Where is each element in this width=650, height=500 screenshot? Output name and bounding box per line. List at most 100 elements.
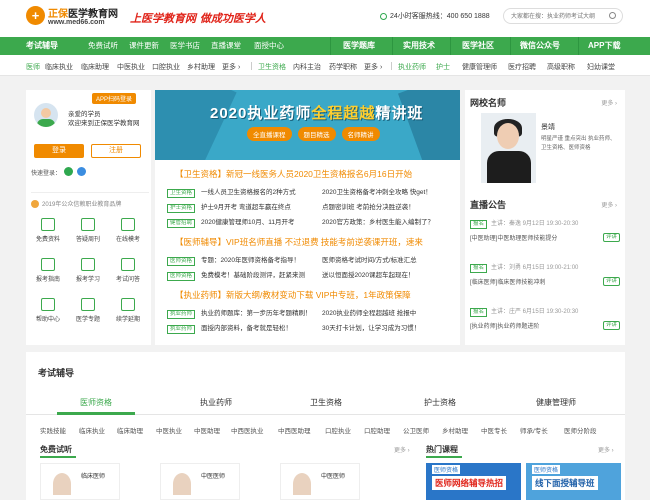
subnav-item[interactable]: 护士 — [436, 62, 450, 72]
guide-link[interactable]: 中医专长 — [481, 425, 507, 435]
subnav-more[interactable]: 更多 › — [222, 62, 240, 72]
calendar-icon — [121, 298, 135, 311]
subnav-item[interactable]: 内科主治 — [293, 62, 321, 72]
subnav-item[interactable]: 中医执业 — [117, 62, 145, 72]
tile-qa-weekly[interactable]: 答疑周刊 — [68, 218, 108, 248]
live-status[interactable]: 评讲 — [602, 277, 620, 286]
live-more-link[interactable]: 更多 › — [601, 200, 617, 209]
live-item-title[interactable]: [执业药师]执业药师题进阶 评讲 — [470, 321, 620, 330]
guide-link[interactable]: 公卫医师 — [403, 425, 429, 435]
guide-link[interactable]: 中西医执业 — [231, 425, 264, 435]
subnav-item[interactable]: 临床助理 — [81, 62, 109, 72]
subnav-item[interactable]: 乡村助理 — [187, 62, 215, 72]
tab-health-qual[interactable]: 卫生资格 — [287, 390, 365, 415]
logo-icon[interactable]: + — [26, 6, 45, 25]
tile-help[interactable]: 帮助中心 — [28, 298, 68, 328]
app-login-tip[interactable]: APP扫码登录 — [92, 93, 137, 104]
news-row: 健管招聘 2020健康管理师10月、11月开考 2020官方政策：乡村医生能入编制了… — [167, 216, 434, 228]
subnav-item[interactable]: 高级职称 — [547, 62, 575, 72]
search-input[interactable] — [511, 12, 606, 21]
live-item-title[interactable]: [临床医师]临床医师技能冲刺 评讲 — [470, 277, 620, 286]
subnav-item[interactable]: 药学职称 — [329, 62, 357, 72]
subnav-item[interactable]: 医师 — [26, 62, 40, 72]
hot-course-card[interactable]: 医师资格 医师网络辅导热招 — [426, 463, 521, 500]
tile-exam-qa[interactable]: 考试问答 — [108, 258, 148, 288]
teacher-more-link[interactable]: 更多 › — [601, 98, 617, 107]
tile-topics[interactable]: 医学专题 — [68, 298, 108, 328]
exam-guide: 考试辅导 医师资格 执业药师 卫生资格 护士资格 健康管理师 实践技能 临床执业… — [26, 352, 625, 500]
teacher-name[interactable]: 景靖 — [541, 122, 555, 132]
subnav-item[interactable]: 口腔执业 — [152, 62, 180, 72]
tile-extend[interactable]: 续学延期 — [108, 298, 148, 328]
search-icon[interactable] — [609, 12, 616, 19]
guide-link[interactable]: 临床执业 — [79, 425, 105, 435]
tab-nurse[interactable]: 护士资格 — [401, 390, 479, 415]
hot-course-card[interactable]: 医师资格 线下面授辅导班 — [526, 463, 621, 500]
nav-item-live[interactable]: 直播课堂 — [211, 37, 241, 55]
guide-link[interactable]: 中医助理 — [194, 425, 220, 435]
guide-link[interactable]: 中医执业 — [156, 425, 182, 435]
live-item-title[interactable]: [中医助理]中医助理医师技能提分 评讲 — [470, 233, 620, 242]
trial-card[interactable]: 中医医师 — [160, 463, 240, 500]
tile-free-materials[interactable]: 免费资料 — [28, 218, 68, 248]
free-trial-underline — [40, 456, 76, 458]
news-headline[interactable]: 【卫生资格】新冠一线医务人员2020卫生资格报名6月16日开始 — [175, 168, 412, 180]
teacher-desc: 明星严谨 重点突出 执业药师、卫生资格、医师资格 — [541, 136, 616, 151]
live-item[interactable]: 报名 主讲：庄严 6月15日 19:30-20:30 — [470, 306, 620, 317]
tab-health-mgr[interactable]: 健康管理师 — [517, 390, 595, 415]
nav-divider — [392, 37, 393, 55]
free-trial-more[interactable]: 更多 › — [394, 445, 410, 454]
nav-item-bookstore[interactable]: 医学书店 — [170, 37, 200, 55]
nav-item-app[interactable]: APP下载 — [588, 37, 620, 55]
nav-divider — [510, 37, 511, 55]
guide-link[interactable]: 临床助理 — [117, 425, 143, 435]
nav-item-trial[interactable]: 免费试听 — [88, 37, 118, 55]
nav-item-wechat[interactable]: 微信公众号 — [520, 37, 560, 55]
subnav-item[interactable]: 健康管理师 — [462, 62, 497, 72]
guide-link[interactable]: 乡村助理 — [442, 425, 468, 435]
guide-link[interactable]: 师承/专长 — [520, 425, 548, 435]
live-status[interactable]: 评讲 — [602, 321, 620, 330]
right-panel: 网校名师 更多 › 景靖 明星严谨 重点突出 执业药师、卫生资格、医师资格 直播… — [465, 90, 625, 345]
tile-guide[interactable]: 报考指南 — [28, 258, 68, 288]
trial-card[interactable]: 中医医师 — [280, 463, 360, 500]
nav-item-offline[interactable]: 面授中心 — [254, 37, 284, 55]
subnav-item[interactable]: 临床执业 — [45, 62, 73, 72]
tile-study[interactable]: 报考学习 — [68, 258, 108, 288]
guide-link[interactable]: 口腔助理 — [364, 425, 390, 435]
teacher-photo[interactable] — [481, 113, 536, 183]
live-item[interactable]: 报名 主讲：秦逸 9月12日 19:30-20:30 — [470, 218, 620, 229]
register-button[interactable]: 注册 — [91, 144, 141, 158]
subnav-item[interactable]: 执业药师 — [398, 62, 426, 72]
guide-link[interactable]: 中西医助理 — [278, 425, 311, 435]
guide-link[interactable]: 实践技能 — [40, 425, 66, 435]
subnav-item[interactable]: 卫生资格 — [258, 62, 286, 72]
nav-item-tech[interactable]: 实用技术 — [403, 37, 435, 55]
search-box[interactable] — [503, 8, 623, 24]
subnav-item[interactable]: 医疗招聘 — [508, 62, 536, 72]
logo-title[interactable]: 正保医学教育网 — [48, 5, 118, 20]
tab-pharmacist[interactable]: 执业药师 — [177, 390, 255, 415]
login-button[interactable]: 登录 — [34, 144, 84, 158]
subnav-item[interactable]: 妇幼课堂 — [587, 62, 615, 72]
tile-mock-exam[interactable]: 在线模考 — [108, 218, 148, 248]
qq-icon[interactable] — [77, 167, 86, 176]
news-headline[interactable]: 【医师辅导】VIP班名师直播 不过退费 技能考前逆袭课开班，速来 — [175, 236, 423, 248]
nav-item-questions[interactable]: 医学题库 — [343, 37, 375, 55]
subnav-more[interactable]: 更多 › — [364, 62, 382, 72]
live-status[interactable]: 评讲 — [602, 233, 620, 242]
trial-card[interactable]: 临床医师 — [40, 463, 120, 500]
news-row: 执业药师 执业药师题库：第一步历年考题精刷！ 2020执业药师全程超越班 抢报中 — [167, 307, 416, 319]
nav-item-community[interactable]: 医学社区 — [462, 37, 494, 55]
logo-domain: www.med66.com — [48, 19, 105, 26]
teacher-avatar — [53, 473, 71, 495]
promo-banner[interactable]: 2020执业药师全程超越精讲班 全直播课程 题目精选 名师精讲 — [155, 90, 460, 160]
hot-course-more[interactable]: 更多 › — [598, 445, 614, 454]
guide-link[interactable]: 医师分阶段 — [564, 425, 597, 435]
nav-item-updates[interactable]: 课件更新 — [129, 37, 159, 55]
guide-link[interactable]: 口腔执业 — [325, 425, 351, 435]
news-headline[interactable]: 【执业药师】新版大纲/教材变动下载 VIP中专班，1年政策保障 — [175, 289, 411, 301]
nav-item-exam[interactable]: 考试辅导 — [26, 37, 58, 55]
wechat-icon[interactable] — [64, 167, 73, 176]
live-item[interactable]: 报名 主讲：刘勇 6月15日 19:00-21:00 — [470, 262, 620, 273]
